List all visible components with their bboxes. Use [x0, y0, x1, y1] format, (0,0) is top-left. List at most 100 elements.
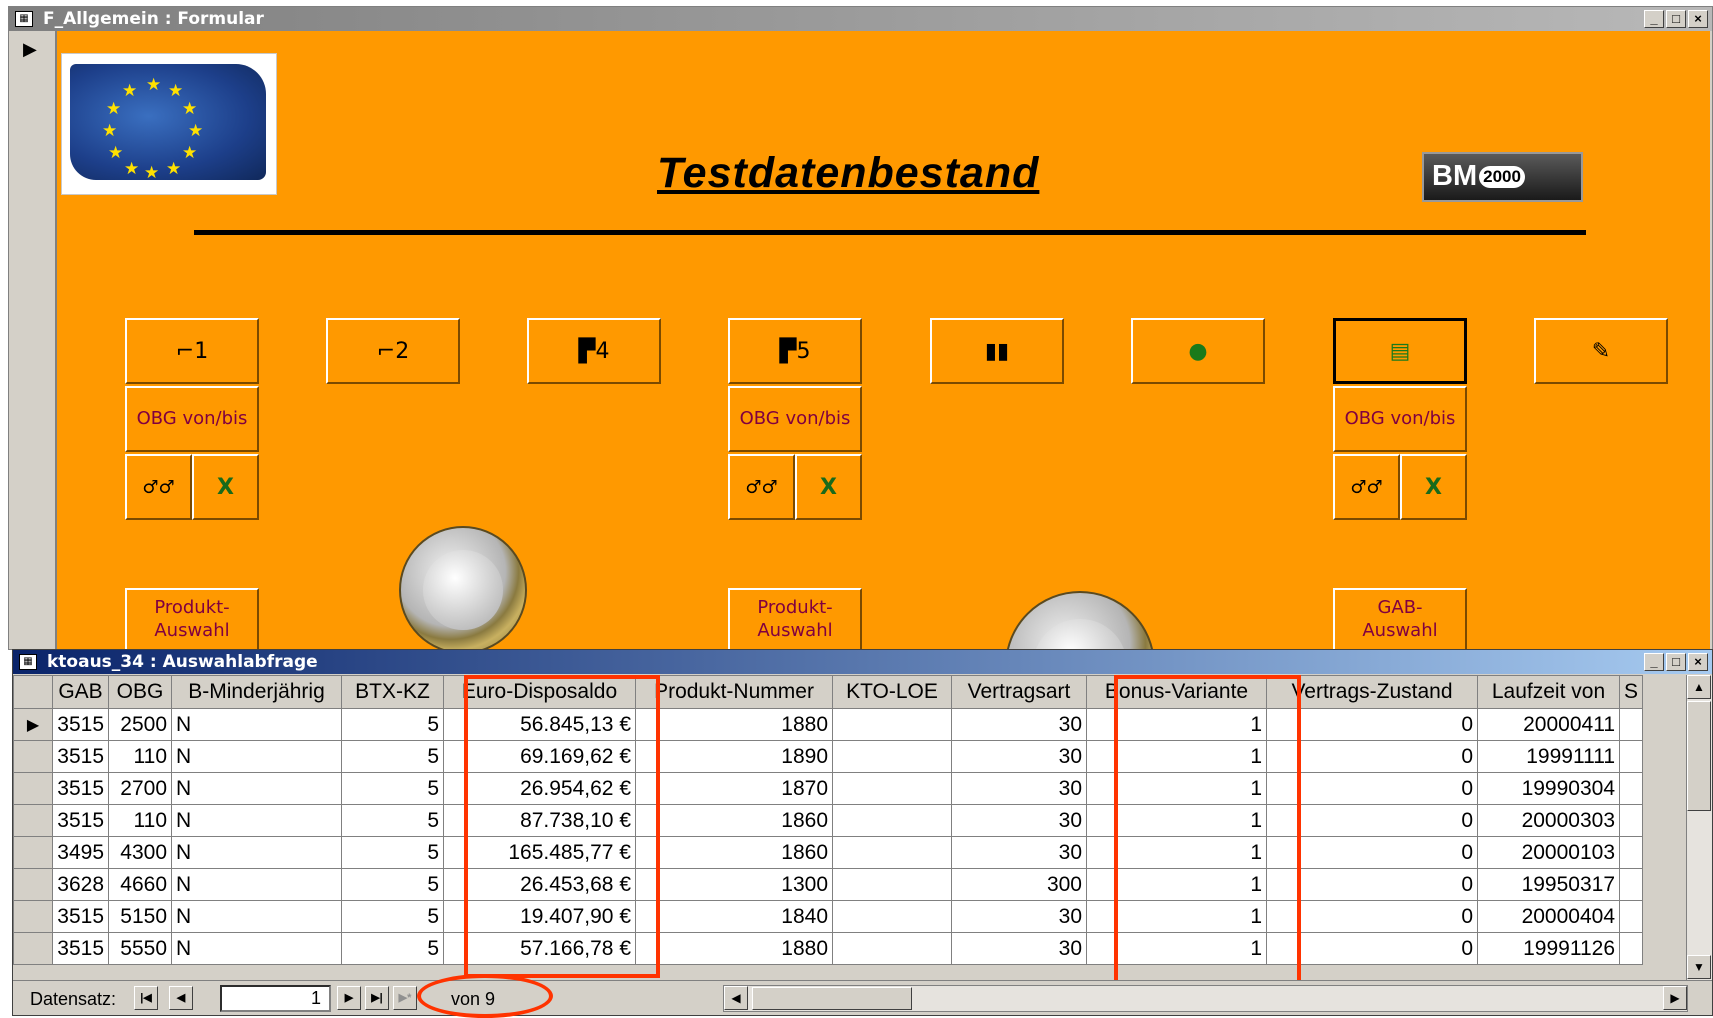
cell-s[interactable] [1618, 868, 1644, 901]
table-row[interactable]: ▶ 3515 2500 N 5 56.845,13 €1880 30 1 0 20000411 [13, 708, 1644, 741]
cell-euro-disposaldo[interactable]: 19.407,90 € [443, 900, 636, 933]
cell-vertragsart[interactable]: 300 [951, 868, 1087, 901]
cell-gab[interactable]: 3628 [52, 868, 109, 901]
notebook-button[interactable]: ▤ [1333, 318, 1467, 384]
cell-obg[interactable]: 110 [108, 740, 172, 773]
query-titlebar[interactable]: ▦ ktoaus_34 : Auswahlabfrage [13, 650, 1712, 674]
obg-von-bis-button-3[interactable]: OBG von/bis [1333, 386, 1467, 452]
cell-produkt-nummer[interactable]: 1840 [635, 900, 833, 933]
cell-btx-kz[interactable]: 5 [341, 900, 444, 933]
cell-produkt-nummer[interactable]: 1890 [635, 740, 833, 773]
row-selector[interactable] [13, 900, 53, 933]
table-row[interactable]: 3515 2700 N 5 26.954,62 €1870 30 1 0 19990304 [13, 772, 1644, 805]
previous-record-button[interactable]: ◀ [169, 986, 193, 1010]
obg-von-bis-button-1[interactable]: OBG von/bis [125, 386, 259, 452]
cell-vertragsart[interactable]: 30 [951, 836, 1087, 869]
row-selector[interactable] [13, 772, 53, 805]
cell-produkt-nummer[interactable]: 1300 [635, 868, 833, 901]
globe-button[interactable]: ● [1131, 318, 1265, 384]
column-header-b-minderjaehrig[interactable]: B-Minderjährig [171, 675, 342, 709]
cell-euro-disposaldo[interactable]: 56.845,13 € [443, 708, 636, 741]
cell-kto-loe[interactable] [832, 932, 952, 965]
cell-produkt-nummer[interactable]: 1880 [635, 932, 833, 965]
cell-btx-kz[interactable]: 5 [341, 804, 444, 837]
cell-btx-kz[interactable]: 5 [341, 868, 444, 901]
cell-bonus-variante[interactable]: 1 [1086, 708, 1267, 741]
excel-export-button-3[interactable]: X [1400, 454, 1467, 520]
table-row[interactable]: 3495 4300 N 5 165.485,77 €1860 30 1 0 20000103 [13, 836, 1644, 869]
row-selector[interactable] [13, 932, 53, 965]
record-selector[interactable]: ▶ [9, 31, 57, 649]
row-selector[interactable] [13, 804, 53, 837]
produkt-auswahl-button-2[interactable]: Produkt- Auswahl [728, 588, 862, 649]
horizontal-scroll-thumb[interactable] [752, 987, 912, 1010]
cell-laufzeit-von[interactable]: 20000303 [1477, 804, 1620, 837]
cell-vertrags-zustand[interactable]: 0 [1266, 772, 1478, 805]
cell-b-minderjaehrig[interactable]: N [171, 740, 342, 773]
produkt-auswahl-button-1[interactable]: Produkt- Auswahl [125, 588, 259, 649]
cell-kto-loe[interactable] [832, 804, 952, 837]
table-row[interactable]: 3515 110 N 5 69.169,62 €1890 30 1 0 19991111 [13, 740, 1644, 773]
cell-vertrags-zustand[interactable]: 0 [1266, 836, 1478, 869]
column-header-euro-disposaldo[interactable]: Euro-Disposaldo [443, 675, 636, 709]
cell-btx-kz[interactable]: 5 [341, 932, 444, 965]
cell-vertragsart[interactable]: 30 [951, 740, 1087, 773]
cell-euro-disposaldo[interactable]: 69.169,62 € [443, 740, 636, 773]
obg-von-bis-button-2[interactable]: OBG von/bis [728, 386, 862, 452]
scroll-left-button[interactable]: ◀ [724, 986, 748, 1010]
cell-bonus-variante[interactable]: 1 [1086, 740, 1267, 773]
chart-button[interactable]: ▮▮ [930, 318, 1064, 384]
cell-vertragsart[interactable]: 30 [951, 708, 1087, 741]
cell-laufzeit-von[interactable]: 20000404 [1477, 900, 1620, 933]
column-header-produkt-nummer[interactable]: Produkt-Nummer [635, 675, 833, 709]
excel-export-button-1[interactable]: X [192, 454, 259, 520]
scroll-right-button[interactable]: ▶ [1663, 986, 1687, 1010]
cell-laufzeit-von[interactable]: 19990304 [1477, 772, 1620, 805]
cell-euro-disposaldo[interactable]: 165.485,77 € [443, 836, 636, 869]
row-selector[interactable] [13, 836, 53, 869]
cell-s[interactable] [1618, 772, 1644, 805]
new-record-button[interactable]: ▶* [393, 986, 417, 1010]
cell-b-minderjaehrig[interactable]: N [171, 900, 342, 933]
cell-b-minderjaehrig[interactable]: N [171, 772, 342, 805]
cell-btx-kz[interactable]: 5 [341, 836, 444, 869]
close-button[interactable]: × [1688, 653, 1708, 671]
view-button-2[interactable]: ♂♂ [728, 454, 795, 520]
report-1-button[interactable]: ⌐1 [125, 318, 259, 384]
column-header-s[interactable]: S [1618, 675, 1644, 709]
cell-gab[interactable]: 3515 [52, 772, 109, 805]
cell-bonus-variante[interactable]: 1 [1086, 900, 1267, 933]
cell-vertrags-zustand[interactable]: 0 [1266, 900, 1478, 933]
cell-b-minderjaehrig[interactable]: N [171, 868, 342, 901]
cell-b-minderjaehrig[interactable]: N [171, 708, 342, 741]
column-header-laufzeit-von[interactable]: Laufzeit von [1477, 675, 1620, 709]
cell-vertrags-zustand[interactable]: 0 [1266, 804, 1478, 837]
table-row[interactable]: 3628 4660 N 5 26.453,68 €1300 300 1 0 19950317 [13, 868, 1644, 901]
cell-gab[interactable]: 3515 [52, 740, 109, 773]
cell-vertragsart[interactable]: 30 [951, 932, 1087, 965]
column-header-btx-kz[interactable]: BTX-KZ [341, 675, 444, 709]
cell-kto-loe[interactable] [832, 868, 952, 901]
cell-b-minderjaehrig[interactable]: N [171, 804, 342, 837]
cell-bonus-variante[interactable]: 1 [1086, 868, 1267, 901]
cell-obg[interactable]: 2500 [108, 708, 172, 741]
cell-obg[interactable]: 4300 [108, 836, 172, 869]
cell-vertrags-zustand[interactable]: 0 [1266, 932, 1478, 965]
cell-bonus-variante[interactable]: 1 [1086, 772, 1267, 805]
select-all-corner[interactable] [13, 675, 53, 709]
row-selector[interactable] [13, 740, 53, 773]
cell-kto-loe[interactable] [832, 740, 952, 773]
cell-b-minderjaehrig[interactable]: N [171, 932, 342, 965]
cell-gab[interactable]: 3495 [52, 836, 109, 869]
cell-vertragsart[interactable]: 30 [951, 804, 1087, 837]
report-4-button[interactable]: ▛4 [527, 318, 661, 384]
table-row[interactable]: 3515 110 N 5 87.738,10 €1860 30 1 0 20000303 [13, 804, 1644, 837]
cell-obg[interactable]: 5150 [108, 900, 172, 933]
excel-export-button-2[interactable]: X [795, 454, 862, 520]
maximize-button[interactable]: □ [1666, 653, 1686, 671]
cell-obg[interactable]: 5550 [108, 932, 172, 965]
cell-s[interactable] [1618, 740, 1644, 773]
close-button[interactable]: × [1688, 10, 1708, 28]
horizontal-scrollbar[interactable]: ◀ ▶ [723, 985, 1688, 1012]
cell-kto-loe[interactable] [832, 836, 952, 869]
